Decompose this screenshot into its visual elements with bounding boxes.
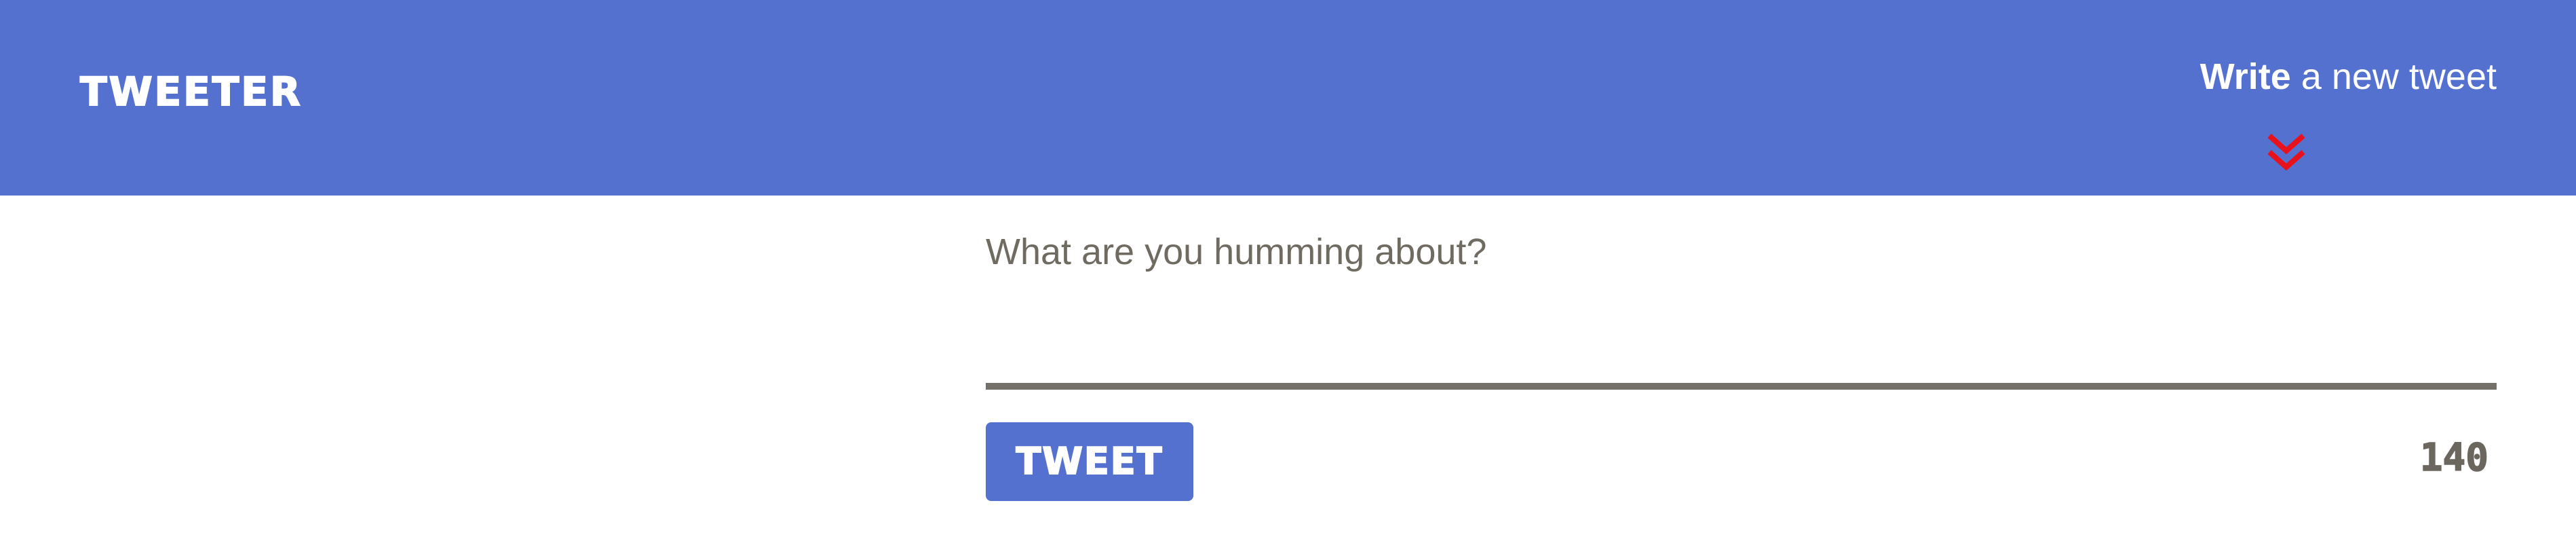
composer-divider	[986, 383, 2497, 390]
double-chevron-down-icon[interactable]	[2263, 130, 2310, 177]
top-nav: Tweeter Write a new tweet	[0, 0, 2576, 196]
tweet-button[interactable]: Tweet	[986, 422, 1193, 501]
write-word: Write	[2199, 56, 2291, 97]
tweet-composer: Tweet 140	[986, 196, 2497, 537]
write-new-tweet-toggle[interactable]: Write a new tweet	[2090, 53, 2497, 175]
character-counter: 140	[2419, 436, 2489, 480]
tweet-textarea[interactable]	[986, 228, 2497, 364]
new-tweet-words: a new tweet	[2290, 56, 2497, 97]
brand-logo[interactable]: Tweeter	[79, 71, 303, 112]
write-new-tweet-label[interactable]: Write a new tweet	[2199, 56, 2497, 97]
